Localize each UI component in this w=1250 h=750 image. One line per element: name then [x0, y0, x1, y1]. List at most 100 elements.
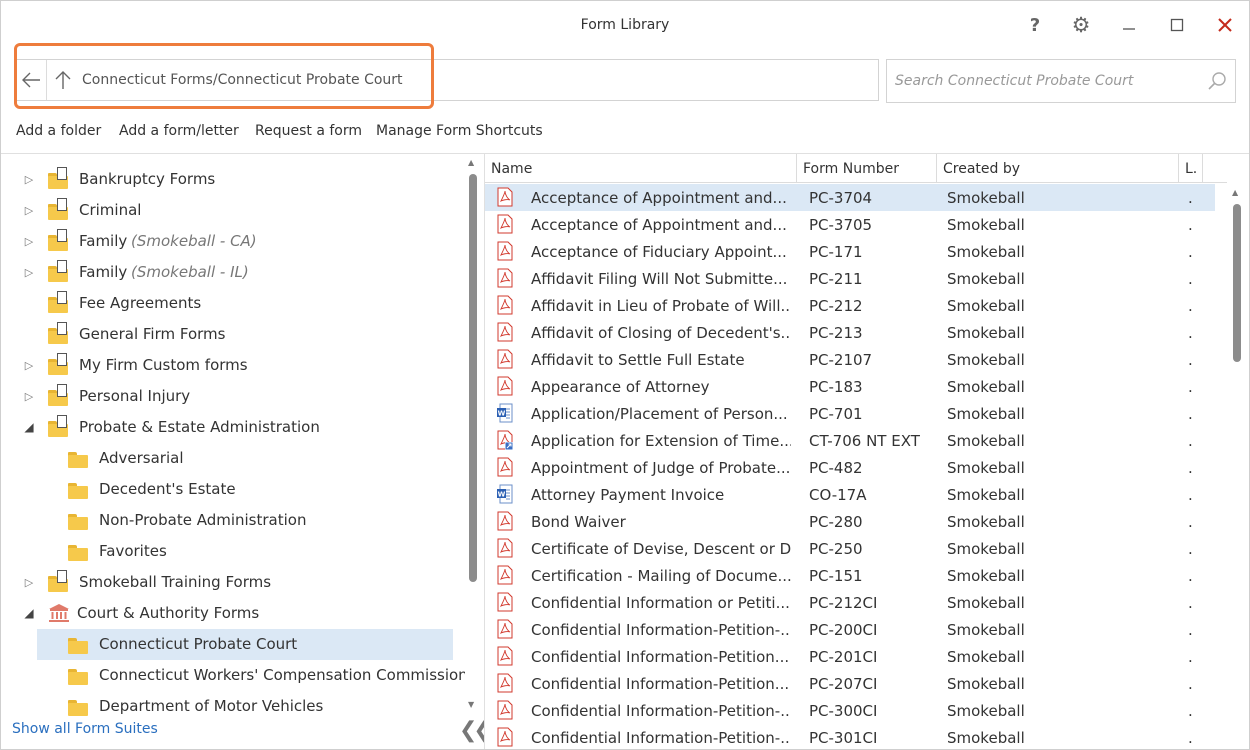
tree-scrollbar[interactable]: ▲ ▼: [465, 154, 483, 714]
scroll-down-icon[interactable]: ▼: [468, 700, 474, 709]
table-row[interactable]: W Attorney Payment Invoice CO-17A Smokeball…: [485, 481, 1215, 508]
tree-item[interactable]: Decedent's Estate: [1, 474, 461, 505]
list-scroll-thumb[interactable]: [1233, 204, 1241, 362]
column-header-l[interactable]: L.: [1179, 154, 1203, 183]
created-by-cell: Smokeball: [947, 567, 1025, 585]
table-row[interactable]: Affidavit to Settle Full Estate PC-2107 Sm…: [485, 346, 1215, 373]
scroll-up-icon[interactable]: ▲: [1232, 188, 1238, 197]
table-row[interactable]: W Application/Placement of Person... PC-70…: [485, 400, 1215, 427]
column-header-created-by[interactable]: Created by: [937, 154, 1179, 183]
up-arrow-icon[interactable]: [51, 60, 75, 100]
gear-icon[interactable]: ⚙: [1065, 11, 1097, 39]
toolbar: Add a folder Add a form/letter Request a…: [1, 121, 1249, 147]
collapsed-triangle-icon[interactable]: ▷: [23, 203, 35, 217]
column-header-form-number[interactable]: Form Number: [797, 154, 937, 183]
search-icon[interactable]: [1207, 70, 1229, 92]
scroll-up-icon[interactable]: ▲: [468, 158, 474, 167]
tree-scroll-thumb[interactable]: [469, 174, 477, 582]
tree-item[interactable]: ▷ Personal Injury: [1, 381, 461, 412]
tree-item-label: Court & Authority Forms: [77, 604, 260, 622]
tree-item[interactable]: Department of Motor Vehicles: [1, 691, 461, 722]
table-row[interactable]: Acceptance of Appointment and... PC-3704 S…: [485, 184, 1215, 211]
collapsed-triangle-icon[interactable]: ▷: [23, 265, 35, 279]
tree-item[interactable]: ◢ Probate & Estate Administration: [1, 412, 461, 443]
table-row[interactable]: Acceptance of Fiduciary Appoint... PC-171…: [485, 238, 1215, 265]
close-button[interactable]: [1209, 11, 1241, 39]
collapsed-triangle-icon[interactable]: ▷: [23, 358, 35, 372]
manage-shortcuts-button[interactable]: Manage Form Shortcuts: [376, 123, 543, 139]
table-row[interactable]: Affidavit of Closing of Decedent's... PC-…: [485, 319, 1215, 346]
table-row[interactable]: Confidential Information-Petition... PC-2…: [485, 643, 1215, 670]
pdf-document-icon: [497, 511, 513, 531]
show-all-form-suites-link[interactable]: Show all Form Suites: [12, 721, 158, 737]
l-cell: .: [1188, 432, 1193, 450]
table-row[interactable]: Affidavit Filing Will Not Submitte... PC-…: [485, 265, 1215, 292]
table-row[interactable]: Affidavit in Lieu of Probate of Will... P…: [485, 292, 1215, 319]
tree-item-label: Fee Agreements: [79, 294, 202, 312]
breadcrumb[interactable]: Connecticut Forms/Connecticut Probate Co…: [82, 72, 403, 88]
expanded-triangle-icon[interactable]: ◢: [23, 606, 35, 620]
form-name-cell: Attorney Payment Invoice: [531, 486, 725, 504]
svg-text:W: W: [498, 410, 506, 418]
minimize-button[interactable]: [1113, 11, 1145, 39]
table-row[interactable]: Confidential Information or Petiti... PC-…: [485, 589, 1215, 616]
folder-document-icon: [48, 291, 68, 313]
address-bar[interactable]: Connecticut Forms/Connecticut Probate Co…: [14, 59, 879, 101]
tree-item[interactable]: ▷ Family (Smokeball - IL): [1, 257, 461, 288]
collapse-pane-icon[interactable]: ❮❮: [459, 718, 484, 743]
tree-item[interactable]: General Firm Forms: [1, 319, 461, 350]
table-row[interactable]: Acceptance of Appointment and... PC-3705 S…: [485, 211, 1215, 238]
tree-item[interactable]: Non-Probate Administration: [1, 505, 461, 536]
tree-item[interactable]: ▷ My Firm Custom forms: [1, 350, 461, 381]
folder-document-icon: [48, 415, 68, 437]
tree-item[interactable]: Connecticut Workers' Compensation Commis…: [1, 660, 468, 691]
l-cell: .: [1188, 378, 1193, 396]
tree-item-label: Smokeball Training Forms: [79, 573, 272, 591]
tree-item[interactable]: ▷ Criminal: [1, 195, 461, 226]
tree-item[interactable]: ◢ Court & Authority Forms: [1, 598, 461, 629]
request-form-button[interactable]: Request a form: [255, 123, 362, 139]
collapsed-triangle-icon[interactable]: ▷: [23, 575, 35, 589]
form-number-cell: PC-200CI: [809, 621, 878, 639]
tree-item[interactable]: Fee Agreements: [1, 288, 461, 319]
tree-item[interactable]: Adversarial: [1, 443, 461, 474]
collapsed-triangle-icon[interactable]: ▷: [23, 389, 35, 403]
add-form-button[interactable]: Add a form/letter: [119, 123, 239, 139]
tree-item[interactable]: ▷ Bankruptcy Forms: [1, 164, 461, 195]
expanded-triangle-icon[interactable]: ◢: [23, 420, 35, 434]
search-input[interactable]: [895, 70, 1195, 92]
form-number-cell: PC-212CI: [809, 594, 878, 612]
pdf-document-icon: [497, 214, 513, 234]
table-row[interactable]: Confidential Information-Petition... PC-2…: [485, 670, 1215, 697]
folder-icon: [68, 638, 88, 654]
table-row[interactable]: Bond Waiver PC-280 Smokeball.: [485, 508, 1215, 535]
table-row[interactable]: Confidential Information-Petition-... PC-…: [485, 724, 1215, 749]
table-row[interactable]: Application for Extension of Time... CT-7…: [485, 427, 1215, 454]
table-row[interactable]: Confidential Information-Petition-... PC-…: [485, 697, 1215, 724]
back-arrow-icon[interactable]: [15, 60, 47, 100]
created-by-cell: Smokeball: [947, 486, 1025, 504]
table-row[interactable]: Appointment of Judge of Probate... PC-482…: [485, 454, 1215, 481]
search-box[interactable]: [886, 59, 1236, 103]
column-header-name[interactable]: Name: [485, 154, 797, 183]
help-icon[interactable]: ?: [1019, 11, 1051, 39]
pdf-document-icon: [497, 457, 513, 477]
add-folder-button[interactable]: Add a folder: [16, 123, 101, 139]
tree-item[interactable]: Connecticut Probate Court: [37, 629, 453, 660]
tree-item[interactable]: Favorites: [1, 536, 461, 567]
table-row[interactable]: Certificate of Devise, Descent or D... PC…: [485, 535, 1215, 562]
table-row[interactable]: Confidential Information-Petition-... PC-…: [485, 616, 1215, 643]
list-scrollbar[interactable]: ▲: [1227, 184, 1247, 749]
created-by-cell: Smokeball: [947, 189, 1025, 207]
tree-item[interactable]: ▷ Family (Smokeball - CA): [1, 226, 461, 257]
created-by-cell: Smokeball: [947, 270, 1025, 288]
collapsed-triangle-icon[interactable]: ▷: [23, 234, 35, 248]
table-row[interactable]: Appearance of Attorney PC-183 Smokeball.: [485, 373, 1215, 400]
table-row[interactable]: Certification - Mailing of Docume... PC-1…: [485, 562, 1215, 589]
maximize-button[interactable]: [1161, 11, 1193, 39]
form-number-cell: PC-3705: [809, 216, 873, 234]
collapsed-triangle-icon[interactable]: ▷: [23, 172, 35, 186]
l-cell: .: [1188, 621, 1193, 639]
created-by-cell: Smokeball: [947, 351, 1025, 369]
tree-item[interactable]: ▷ Smokeball Training Forms: [1, 567, 461, 598]
